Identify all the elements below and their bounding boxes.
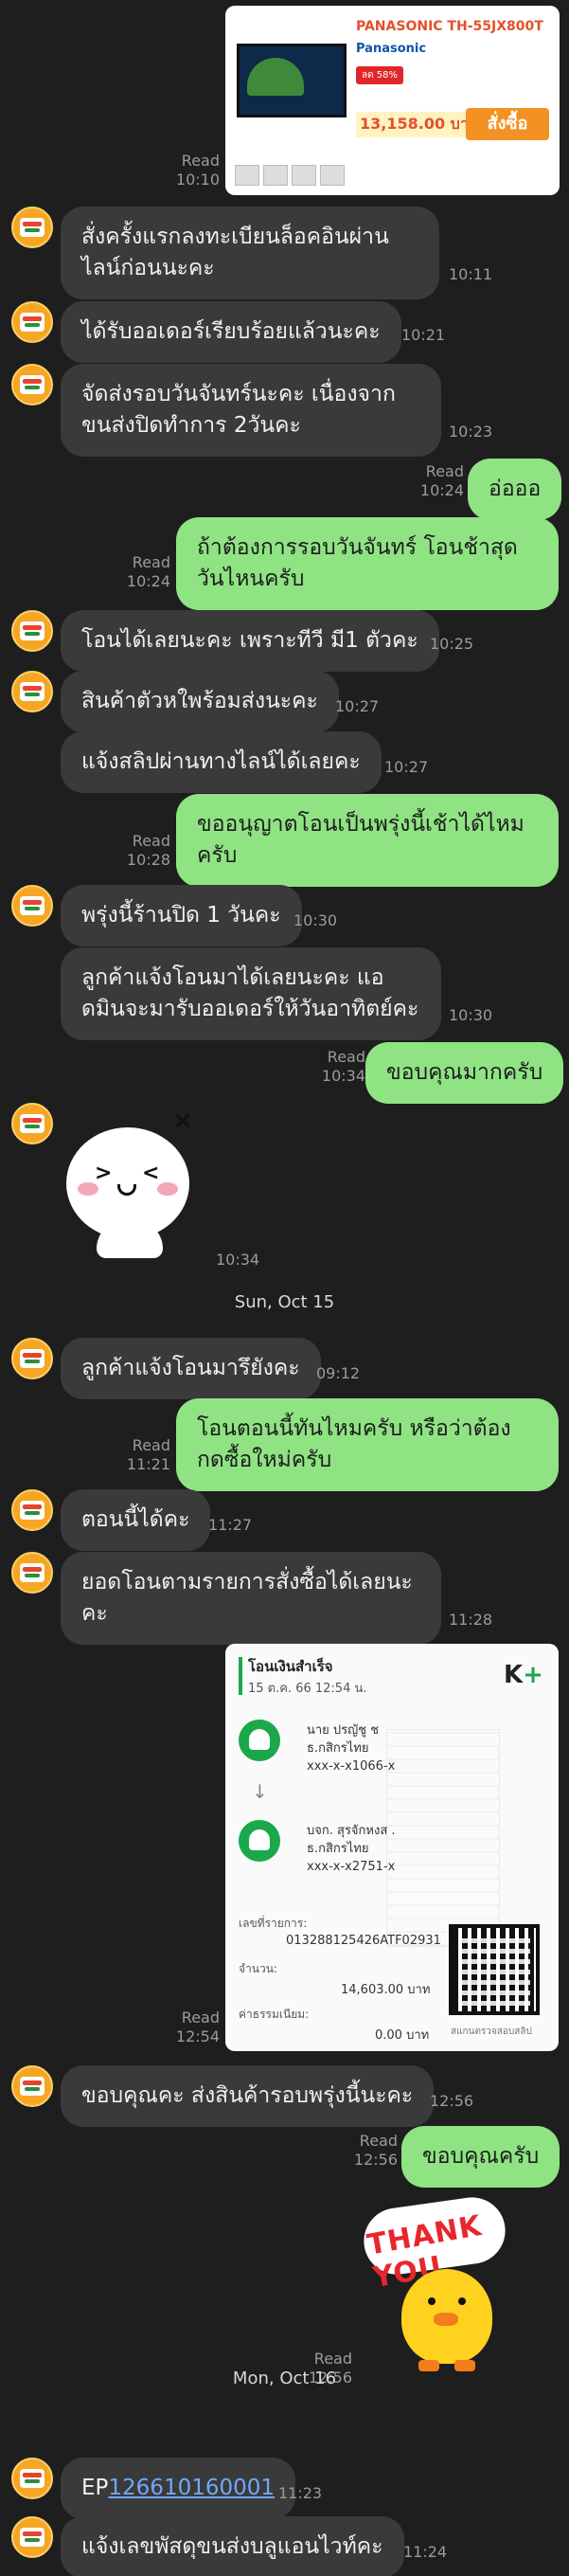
message-time: 10:11	[449, 265, 493, 283]
message-time: 09:12	[316, 1364, 361, 1382]
shop-avatar[interactable]	[11, 2458, 53, 2499]
date-separator: Sun, Oct 15	[234, 1292, 335, 1312]
discount-badge: ลด 58%	[356, 66, 404, 84]
read-receipt: Read 10:10	[175, 152, 220, 189]
qr-code	[449, 1924, 540, 2015]
message-bubble-outgoing: โอนตอนนี้ทันไหมครับ หรือว่าต้องกดซื้อใหม…	[176, 1398, 559, 1491]
message-bubble-outgoing: ขอบคุณครับ	[401, 2126, 560, 2188]
message-time: 11:24	[403, 2543, 448, 2561]
shop-avatar[interactable]	[11, 885, 53, 927]
shop-avatar[interactable]	[11, 1489, 53, 1531]
amount-value: 14,603.00 บาท	[341, 1983, 431, 1997]
message-bubble: ขอบคุณคะ ส่งสินค้ารอบพรุ่งนี้นะคะ	[61, 2065, 435, 2127]
kbank-logo	[239, 1820, 280, 1862]
message-bubble: จัดส่งรอบวันจันทร์นะคะ เนื่องจากขนส่งปิด…	[61, 364, 441, 457]
slip-title: โอนเงินสำเร็จ	[248, 1658, 333, 1675]
read-receipt: Read 12:54	[175, 2009, 220, 2045]
product-price: 13,158.00 บาท	[356, 112, 483, 137]
message-bubble: ลูกค้าแจ้งโอนมารึยังคะ	[61, 1338, 321, 1399]
read-receipt: Read 10:24	[126, 553, 170, 590]
shop-avatar[interactable]	[11, 1338, 53, 1379]
tracking-prefix: EP	[81, 2476, 109, 2500]
buy-button[interactable]: สั่งซื้อ	[466, 108, 549, 140]
message-time: 10:23	[449, 423, 493, 441]
message-bubble-outgoing: ถ้าต้องการรอบวันจันทร์ โอนช้าสุดวันไหนคร…	[176, 517, 559, 610]
receiver-info: บจก. สุรจักหงส . ธ.กสิกรไทย xxx-x-x2751-x	[307, 1824, 396, 1874]
message-bubble-outgoing: อ่อออ	[468, 459, 562, 520]
read-receipt: Read 11:21	[126, 1436, 170, 1473]
message-time: 11:23	[278, 2484, 323, 2502]
message-bubble-outgoing: ขอบคุณมากครับ	[365, 1042, 564, 1104]
shop-avatar[interactable]	[11, 2065, 53, 2107]
thank-you-sticker[interactable]: THANK YOU	[359, 2192, 540, 2392]
message-time: 11:28	[449, 1611, 493, 1629]
message-time: 10:21	[401, 326, 446, 344]
date-separator: Mon, Oct 16	[232, 2369, 337, 2388]
message-time: 10:27	[335, 697, 380, 715]
kbank-logo	[239, 1720, 280, 1761]
shop-avatar[interactable]	[11, 2516, 53, 2558]
shop-avatar[interactable]	[11, 1103, 53, 1144]
fee-value: 0.00 บาท	[375, 2028, 430, 2043]
read-receipt: Read 10:34	[321, 1048, 365, 1085]
sender-info: นาย ปรญัชู ชธ.กสิกรไทย xxx-x-x1066-x	[307, 1723, 396, 1774]
ref-label: เลขที่รายการ:	[239, 1917, 308, 1930]
qr-note: สแกนตรวจสอบสลิป	[451, 2027, 532, 2037]
building-watermark	[386, 1729, 500, 1947]
shop-avatar[interactable]	[11, 610, 53, 652]
shop-avatar[interactable]	[11, 207, 53, 248]
message-bubble: ตอนนี้ได้คะ	[61, 1489, 211, 1551]
message-bubble: ลูกค้าแจ้งโอนมาได้เลยนะคะ แอดมินจะมารับอ…	[61, 947, 441, 1040]
message-time: 11:27	[208, 1516, 253, 1534]
transfer-slip-image[interactable]: โอนเงินสำเร็จ 15 ต.ค. 66 12:54 น. K+ นาย…	[225, 1644, 559, 2051]
read-receipt: Read 10:28	[126, 832, 170, 869]
message-time: 12:56	[430, 2092, 474, 2110]
message-time: 10:25	[430, 635, 474, 653]
product-card-image[interactable]: PANASONIC TH-55JX800T Panasonic ลด 58% 1…	[225, 6, 560, 195]
ref-value: 013288125426ATF02931	[286, 1934, 441, 1948]
message-bubble: EP126610160001	[61, 2458, 296, 2519]
fee-label: ค่าธรรมเนียม:	[239, 2008, 310, 2021]
message-bubble: สั่งครั้งแรกลงทะเบียนล็อคอินผ่านไลน์ก่อน…	[61, 207, 439, 299]
message-bubble-outgoing: ขออนุญาตโอนเป็นพรุ่งนี้เช้าได้ไหมครับ	[176, 794, 559, 887]
message-bubble: แจ้งสลิปผ่านทางไลน์ได้เลยคะ	[61, 731, 382, 793]
message-bubble: ได้รับออเดอร์เรียบร้อยแล้วนะคะ	[61, 301, 401, 363]
message-time: 10:27	[384, 758, 429, 776]
shop-avatar[interactable]	[11, 671, 53, 712]
message-bubble: แจ้งเลขพัสดุขนส่งบลูแอนไวท์คะ	[61, 2516, 404, 2576]
shop-avatar[interactable]	[11, 1552, 53, 1594]
laughing-sticker[interactable]: > < ×	[66, 1107, 208, 1258]
product-brand: Panasonic	[356, 42, 427, 56]
message-bubble: ยอดโอนตามรายการสั่งซื้อได้เลยนะคะ	[61, 1552, 441, 1645]
message-time: 10:34	[216, 1251, 260, 1269]
arrow-down-icon: ↓	[252, 1780, 268, 1803]
shop-avatar[interactable]	[11, 301, 53, 343]
message-bubble: พรุ่งนี้ร้านปิด 1 วันคะ	[61, 885, 302, 946]
read-receipt: Read 10:24	[419, 462, 464, 499]
message-time: 10:30	[449, 1006, 493, 1024]
message-bubble: โอนได้เลยนะคะ เพราะทีวี มี1 ตัวคะ	[61, 610, 439, 672]
amount-label: จำนวน:	[239, 1962, 277, 1975]
message-bubble: สินค้าตัวหใพร้อมส่งนะคะ	[61, 671, 339, 732]
tv-image	[237, 44, 347, 117]
slip-datetime: 15 ต.ค. 66 12:54 น.	[248, 1682, 367, 1696]
shop-avatar[interactable]	[11, 364, 53, 405]
product-title: PANASONIC TH-55JX800T	[356, 19, 543, 34]
message-time: 10:30	[293, 911, 338, 929]
kplus-logo: K+	[504, 1661, 543, 1689]
tracking-number-link[interactable]: 126610160001	[108, 2476, 275, 2500]
read-receipt: Read 12:56	[353, 2132, 398, 2169]
